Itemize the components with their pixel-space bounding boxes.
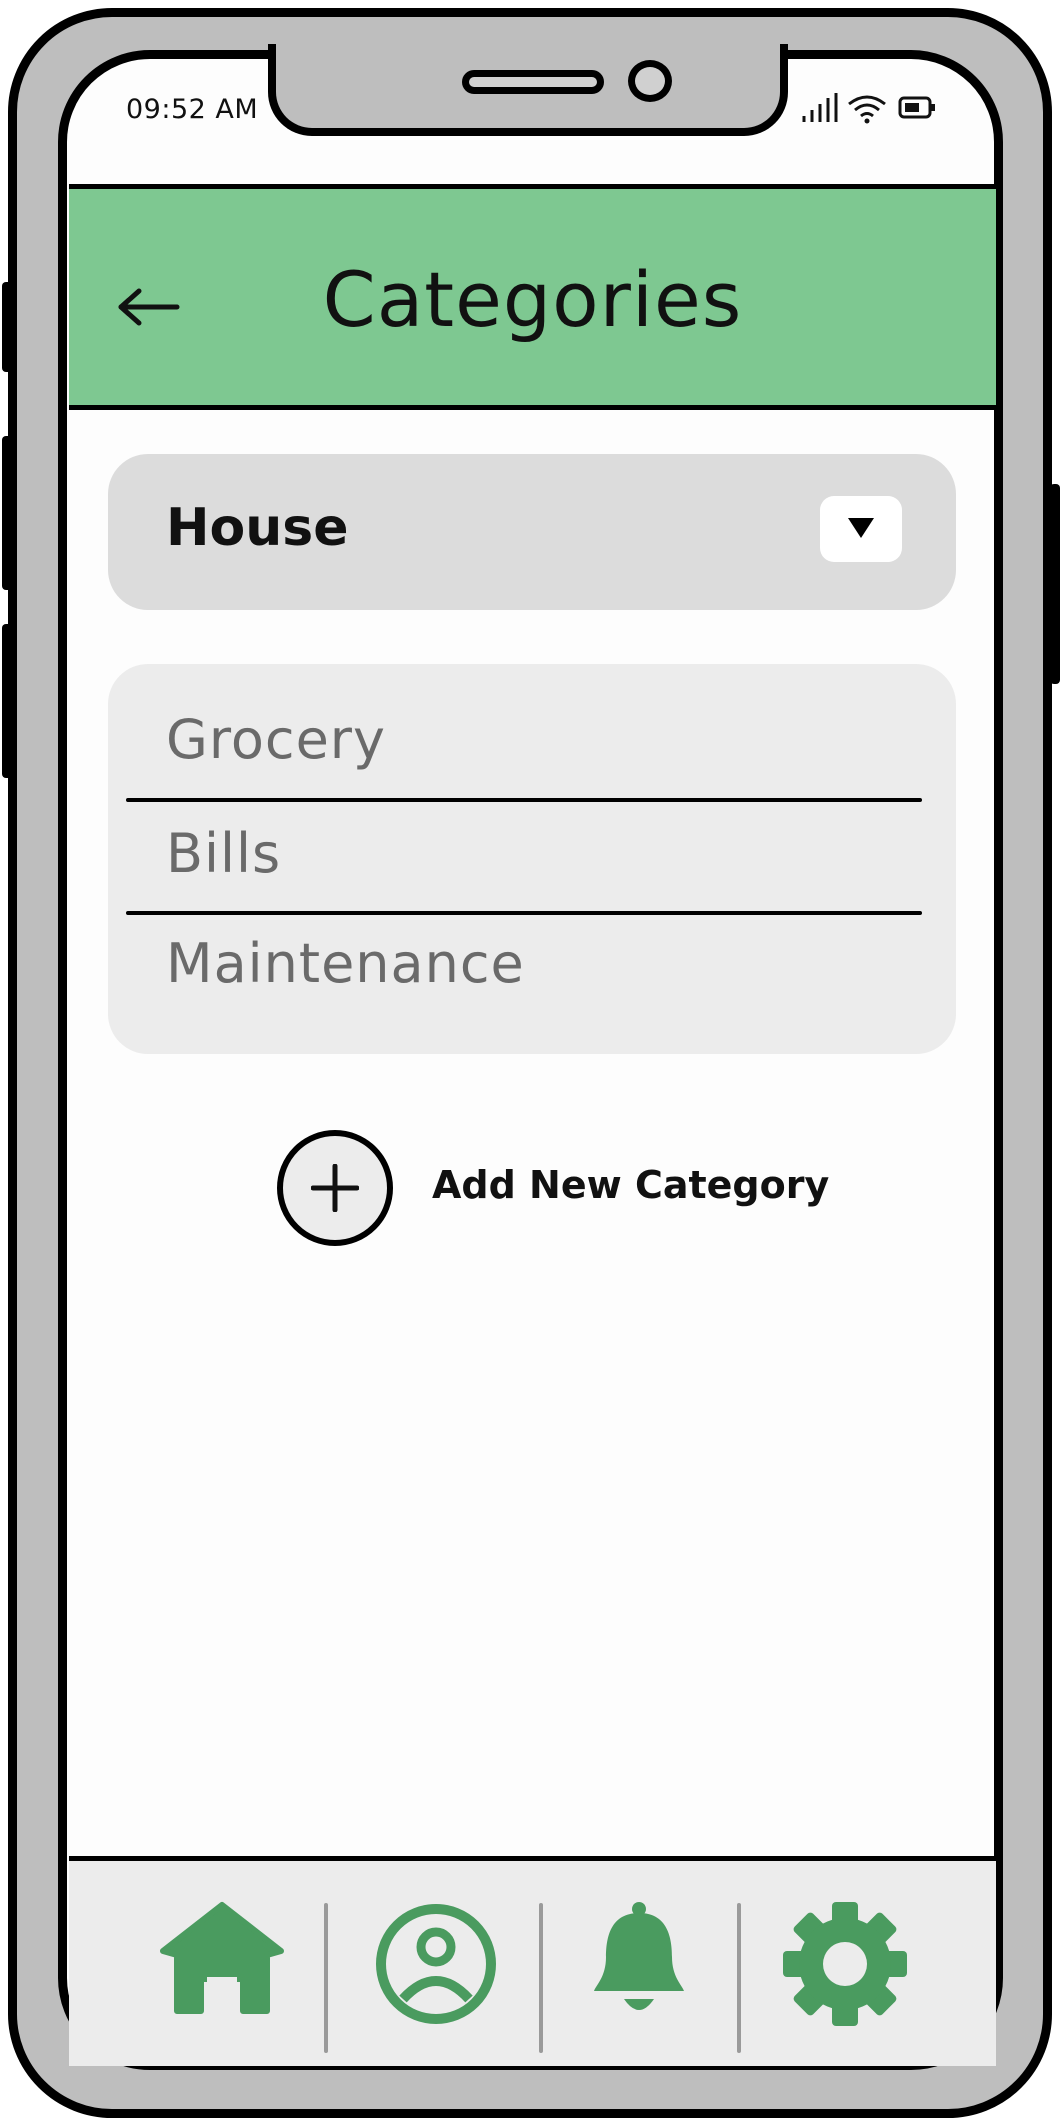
category-dropdown[interactable]: House xyxy=(108,454,956,610)
phone-side-button xyxy=(2,436,12,590)
dropdown-selected-value: House xyxy=(166,498,349,558)
status-time: 09:52 AM xyxy=(126,94,259,125)
speaker-icon xyxy=(462,70,604,94)
subcategory-list: Grocery Bills Maintenance xyxy=(108,664,956,1054)
bottom-nav xyxy=(69,1856,996,2066)
list-divider xyxy=(126,911,922,915)
dropdown-toggle-button[interactable] xyxy=(820,496,902,562)
profile-icon[interactable] xyxy=(371,1899,501,2029)
phone-side-button xyxy=(1050,484,1060,684)
list-item[interactable]: Bills xyxy=(166,822,281,885)
phone-side-button xyxy=(2,282,12,372)
caret-down-icon xyxy=(848,518,874,538)
page-title: Categories xyxy=(322,255,743,344)
add-category-button[interactable] xyxy=(277,1130,393,1246)
battery-icon xyxy=(898,96,935,119)
list-item[interactable]: Grocery xyxy=(166,708,386,771)
nav-separator xyxy=(324,1903,328,2053)
list-item[interactable]: Maintenance xyxy=(166,932,525,995)
nav-separator xyxy=(539,1903,543,2053)
plus-icon xyxy=(311,1164,359,1212)
signal-bars-icon xyxy=(802,93,838,122)
home-icon[interactable] xyxy=(157,1899,287,2029)
phone-side-button xyxy=(2,624,12,778)
nav-separator xyxy=(737,1903,741,2053)
list-divider xyxy=(126,798,922,802)
gear-icon[interactable] xyxy=(780,1899,910,2029)
add-category-label[interactable]: Add New Category xyxy=(432,1163,829,1207)
bell-icon[interactable] xyxy=(574,1899,704,2029)
camera-icon xyxy=(628,60,672,102)
wifi-icon xyxy=(848,95,886,124)
app-header: Categories xyxy=(69,184,996,410)
